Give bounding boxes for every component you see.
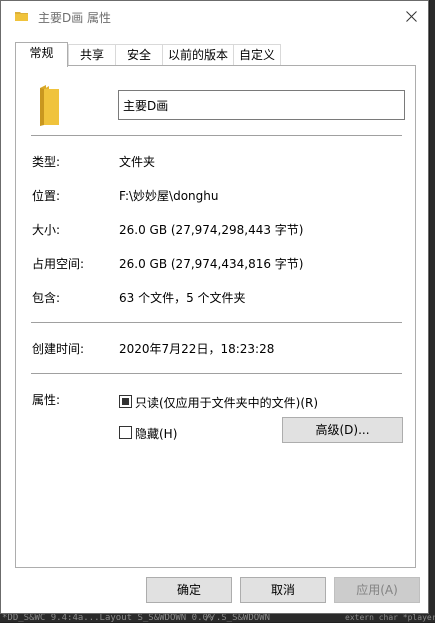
advanced-button[interactable]: 高级(D)... bbox=[282, 417, 403, 443]
ok-button[interactable]: 确定 bbox=[146, 577, 232, 603]
created-value: 2020年7月22日，18:23:28 bbox=[119, 342, 275, 356]
contains-value: 63 个文件，5 个文件夹 bbox=[119, 291, 246, 305]
separator bbox=[31, 322, 402, 323]
separator bbox=[31, 373, 402, 374]
disk-size-value: 26.0 GB (27,974,434,816 字节) bbox=[119, 257, 304, 271]
tab-label: 常规 bbox=[29, 46, 54, 60]
background-code-text: extern char *player_m bbox=[345, 613, 435, 622]
window-title: 主要D画 属性 bbox=[38, 11, 112, 25]
cancel-button[interactable]: 取消 bbox=[240, 577, 326, 603]
folder-icon bbox=[15, 12, 28, 21]
close-button[interactable] bbox=[394, 1, 428, 32]
readonly-label[interactable]: 只读(仅应用于文件夹中的文件)(R) bbox=[135, 394, 318, 411]
tab-customize[interactable]: 自定义 bbox=[233, 44, 281, 65]
properties-dialog: 主要D画 属性 常规 共享 安全 以前的版本 自定义 类型: 文件夹 位置: F… bbox=[0, 0, 429, 614]
tab-label: 自定义 bbox=[238, 48, 275, 62]
type-label: 类型: bbox=[32, 155, 61, 169]
size-value: 26.0 GB (27,974,298,443 字节) bbox=[119, 223, 304, 237]
apply-button[interactable]: 应用(A) bbox=[334, 577, 420, 603]
checkbox-indeterminate-mark bbox=[122, 398, 129, 405]
contains-label: 包含: bbox=[32, 291, 61, 305]
readonly-checkbox[interactable] bbox=[119, 395, 132, 408]
created-label: 创建时间: bbox=[32, 342, 85, 356]
tab-previous-versions[interactable]: 以前的版本 bbox=[162, 44, 234, 65]
tab-label: 以前的版本 bbox=[167, 48, 228, 62]
hidden-checkbox[interactable] bbox=[119, 426, 132, 439]
tab-security[interactable]: 安全 bbox=[115, 44, 163, 65]
location-label: 位置: bbox=[32, 189, 61, 203]
hidden-label[interactable]: 隐藏(H) bbox=[135, 425, 177, 442]
separator bbox=[31, 135, 402, 136]
close-icon bbox=[405, 11, 417, 22]
tab-sharing[interactable]: 共享 bbox=[68, 44, 116, 65]
background-editor-edge bbox=[430, 0, 435, 622]
disk-size-label: 占用空间: bbox=[32, 257, 85, 271]
type-value: 文件夹 bbox=[119, 155, 156, 169]
tab-label: 安全 bbox=[126, 48, 151, 62]
title-bar[interactable]: 主要D画 属性 bbox=[1, 1, 428, 32]
size-label: 大小: bbox=[32, 223, 61, 237]
general-panel bbox=[15, 65, 416, 568]
attributes-label: 属性: bbox=[32, 393, 61, 407]
tab-general[interactable]: 常规 bbox=[15, 42, 68, 67]
folder-icon bbox=[40, 85, 59, 126]
location-value: F:\妙妙屋\donghu bbox=[119, 189, 219, 203]
folder-name-input[interactable] bbox=[118, 90, 405, 120]
tab-label: 共享 bbox=[79, 48, 104, 62]
